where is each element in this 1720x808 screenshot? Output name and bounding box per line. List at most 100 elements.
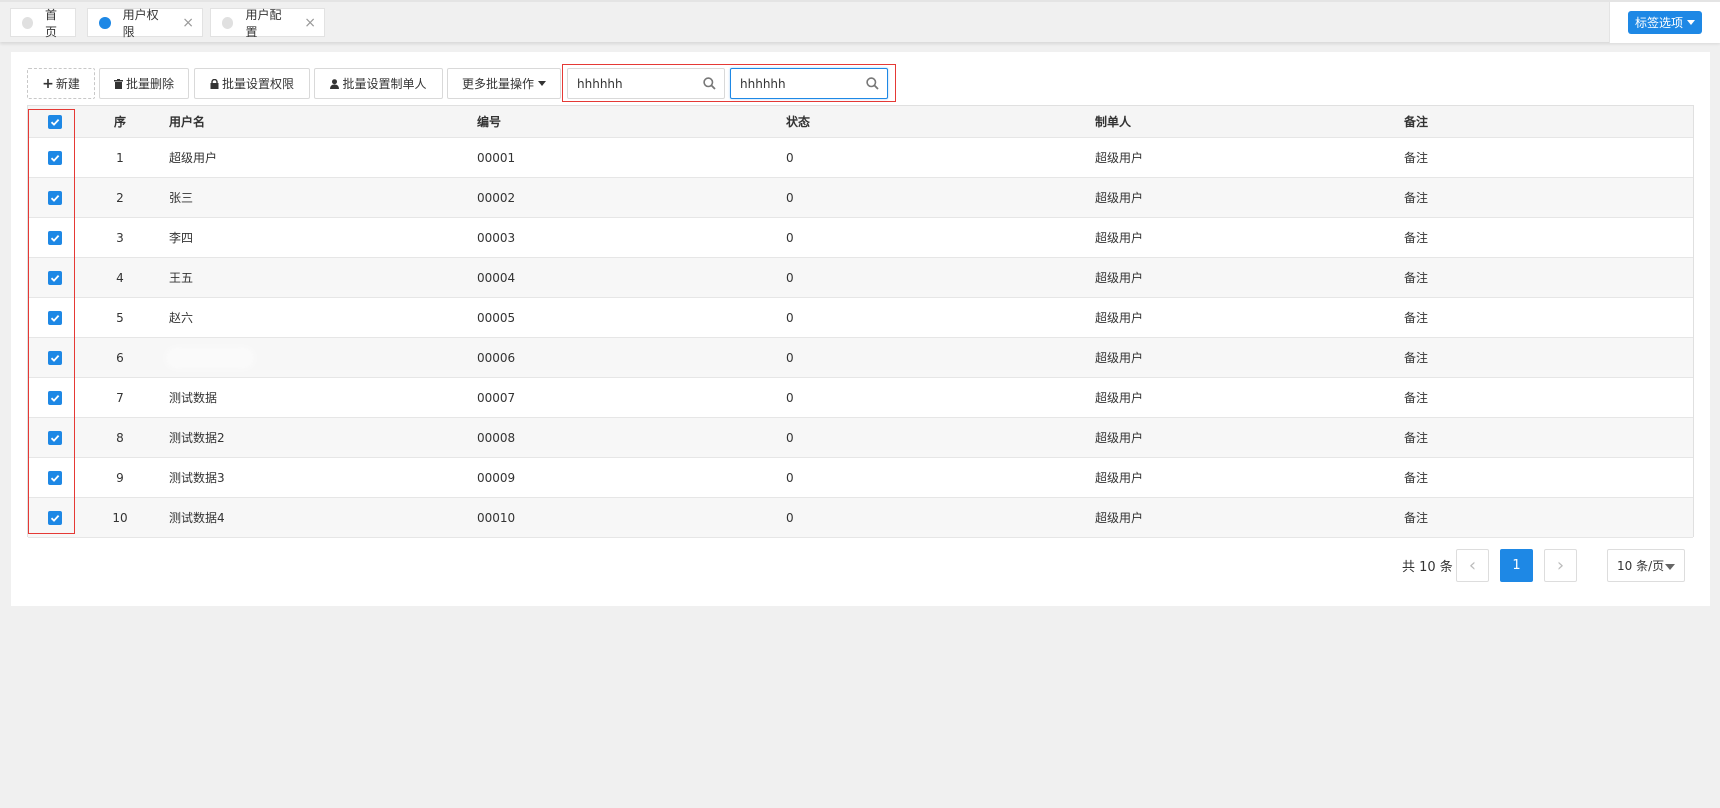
next-page-button[interactable]: › <box>1544 549 1577 582</box>
user-table: 序 用户名 编号 状态 制单人 备注 1 超级用户 00001 0 超级用户 备注 2 张三 0… <box>27 105 1694 538</box>
cell-index: 10 <box>112 510 128 525</box>
cell-remark: 备注 <box>1404 151 1429 165</box>
check-icon <box>50 274 60 282</box>
select-all-checkbox[interactable] <box>48 114 62 129</box>
check-icon <box>50 154 60 162</box>
tab-home[interactable]: 首页 <box>10 7 76 39</box>
batch-delete-label: 批量删除 <box>125 77 174 91</box>
column-header-creator[interactable]: 制单人 <box>1095 106 1395 137</box>
close-icon[interactable]: × <box>182 16 194 30</box>
column-header-index[interactable]: 序 <box>82 106 158 137</box>
cell-status: 0 <box>786 390 794 405</box>
search-input-1[interactable] <box>568 69 688 98</box>
cell-status: 0 <box>786 230 794 245</box>
cell-index: 3 <box>116 230 124 245</box>
search-box-2[interactable] <box>730 68 888 99</box>
table-row[interactable]: 5 赵六 00005 0 超级用户 备注 <box>28 298 1693 338</box>
more-batch-dropdown[interactable]: 更多批量操作 <box>447 68 561 99</box>
main-panel: + 新建 批量删除 批量设置权限 批量设置制单人 更多批量操作 序 <box>11 52 1710 606</box>
row-checkbox[interactable] <box>48 270 62 285</box>
cell-username: 赵六 <box>169 311 194 325</box>
tab-user-config[interactable]: 用户配置 × <box>210 7 325 39</box>
check-icon <box>50 474 60 482</box>
header-select-cell <box>28 106 82 137</box>
tab-label: 用户权限 <box>122 7 159 39</box>
row-checkbox[interactable] <box>48 190 62 205</box>
table-row[interactable]: 9 测试数据3 00009 0 超级用户 备注 <box>28 458 1693 498</box>
user-icon <box>330 78 340 89</box>
table-row[interactable]: 2 张三 00002 0 超级用户 备注 <box>28 178 1693 218</box>
row-select-cell <box>28 258 82 297</box>
pagination-total: 共 10 条 <box>1402 560 1453 575</box>
cell-index: 8 <box>116 430 124 445</box>
table-row[interactable]: 10 测试数据4 00010 0 超级用户 备注 <box>28 498 1693 538</box>
table-row[interactable]: 1 超级用户 00001 0 超级用户 备注 <box>28 138 1693 178</box>
cell-creator: 超级用户 <box>1095 271 1144 285</box>
row-checkbox[interactable] <box>48 390 62 405</box>
tag-options-button[interactable]: 标签选项 <box>1628 11 1702 34</box>
check-icon <box>50 434 60 442</box>
row-select-cell <box>28 298 82 337</box>
row-select-cell <box>28 178 82 217</box>
row-checkbox[interactable] <box>48 510 62 525</box>
tab-bar: 首页 用户权限 × 用户配置 × 标签选项 <box>0 0 1720 43</box>
batch-creator-label: 批量设置制单人 <box>342 77 427 91</box>
row-checkbox[interactable] <box>48 230 62 245</box>
cell-username <box>169 338 469 377</box>
row-checkbox[interactable] <box>48 350 62 365</box>
check-icon <box>50 354 60 362</box>
cell-code: 00001 <box>477 150 516 165</box>
close-icon[interactable]: × <box>304 16 316 30</box>
tab-label: 用户配置 <box>245 7 282 39</box>
cell-code: 00005 <box>477 310 516 325</box>
check-icon <box>50 514 60 522</box>
table-row[interactable]: 7 测试数据 00007 0 超级用户 备注 <box>28 378 1693 418</box>
row-select-cell <box>28 498 82 537</box>
tab-label: 首页 <box>45 7 58 39</box>
tab-user-permission[interactable]: 用户权限 × <box>87 7 203 39</box>
table-row[interactable]: 8 测试数据2 00008 0 超级用户 备注 <box>28 418 1693 458</box>
search-box-1[interactable] <box>567 68 725 99</box>
new-button[interactable]: + 新建 <box>27 68 95 99</box>
row-checkbox[interactable] <box>48 310 62 325</box>
batch-permission-button[interactable]: 批量设置权限 <box>194 68 310 99</box>
cell-remark: 备注 <box>1404 271 1429 285</box>
prev-page-button[interactable]: ‹ <box>1456 549 1489 582</box>
cell-code: 00010 <box>477 510 516 525</box>
search-input-2[interactable] <box>731 69 851 98</box>
batch-creator-button[interactable]: 批量设置制单人 <box>314 68 443 99</box>
column-header-status[interactable]: 状态 <box>786 106 1086 137</box>
table-row[interactable]: 6 00006 0 超级用户 备注 <box>28 338 1693 378</box>
row-checkbox[interactable] <box>48 470 62 485</box>
search-icon[interactable] <box>703 77 716 90</box>
column-header-code[interactable]: 编号 <box>477 106 777 137</box>
table-row[interactable]: 4 王五 00004 0 超级用户 备注 <box>28 258 1693 298</box>
redacted-username <box>169 350 251 365</box>
cell-username: 测试数据3 <box>169 471 225 485</box>
cell-index: 5 <box>116 310 124 325</box>
chevron-left-icon: ‹ <box>1468 554 1477 576</box>
batch-delete-button[interactable]: 批量删除 <box>99 68 189 99</box>
cell-creator: 超级用户 <box>1095 151 1144 165</box>
cell-creator: 超级用户 <box>1095 191 1144 205</box>
search-icon[interactable] <box>866 77 879 90</box>
row-select-cell <box>28 338 82 377</box>
tag-options-label: 标签选项 <box>1634 16 1683 30</box>
page-button-1[interactable]: 1 <box>1500 549 1533 582</box>
table-row[interactable]: 3 李四 00003 0 超级用户 备注 <box>28 218 1693 258</box>
cell-status: 0 <box>786 350 794 365</box>
cell-username: 李四 <box>169 231 194 245</box>
cell-index: 6 <box>116 350 124 365</box>
page-size-select[interactable]: 10 条/页 <box>1607 549 1685 582</box>
cell-username: 王五 <box>169 271 194 285</box>
column-header-remark[interactable]: 备注 <box>1404 106 1684 137</box>
column-header-username[interactable]: 用户名 <box>169 106 469 137</box>
cell-index: 9 <box>116 470 124 485</box>
cell-username: 测试数据 <box>169 391 218 405</box>
cell-creator: 超级用户 <box>1095 311 1144 325</box>
row-checkbox[interactable] <box>48 150 62 165</box>
row-checkbox[interactable] <box>48 430 62 445</box>
check-icon <box>50 394 60 402</box>
cell-status: 0 <box>786 310 794 325</box>
cell-creator: 超级用户 <box>1095 431 1144 445</box>
